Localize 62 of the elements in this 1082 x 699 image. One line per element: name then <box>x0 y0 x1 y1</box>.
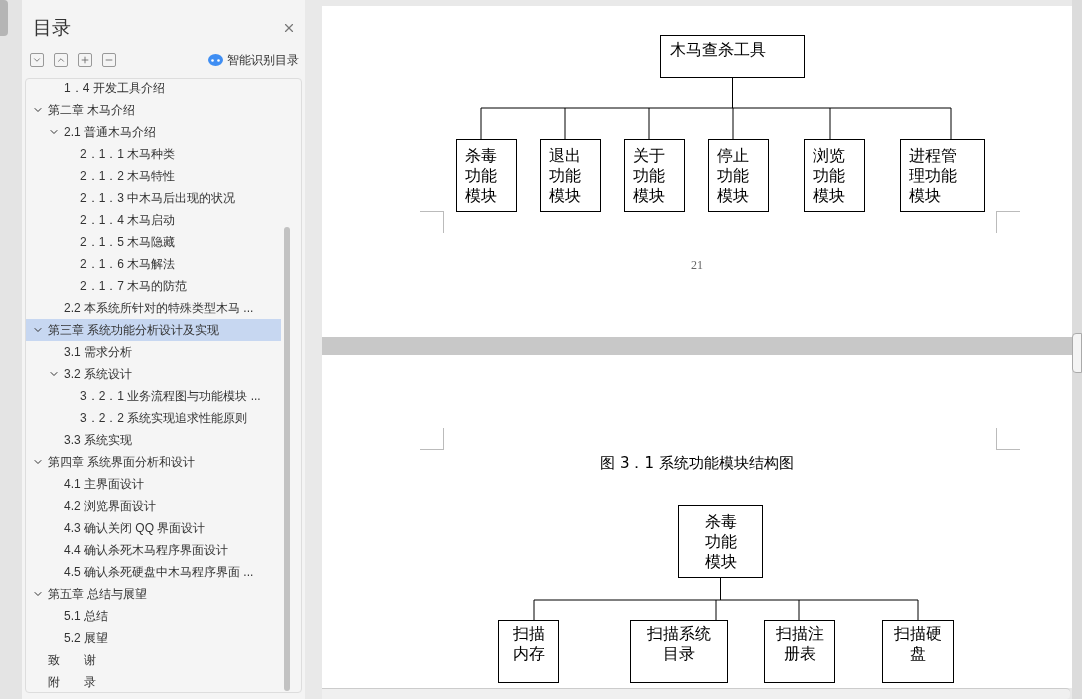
diagram-node: 停止功能模块 <box>708 139 769 212</box>
page-number: 21 <box>691 257 703 274</box>
diagram-node: 杀毒功能模块 <box>456 139 517 212</box>
toc-item[interactable]: 2．1．2 木马特性 <box>26 165 281 187</box>
cloud-icon <box>208 54 223 66</box>
toc-item[interactable]: 3.2 系统设计 <box>26 363 281 385</box>
toc-item[interactable]: 3．2．2 系统实现追求性能原则 <box>26 407 281 429</box>
toc-item[interactable]: 致 谢 <box>26 649 281 671</box>
toc-item[interactable]: 4.4 确认杀死木马程序界面设计 <box>26 539 281 561</box>
smart-toc-button[interactable]: 智能识别目录 <box>208 51 299 69</box>
down-button[interactable] <box>30 53 44 67</box>
page-corner-mark <box>996 428 1020 450</box>
plus-icon <box>80 55 90 65</box>
diagram-node: 扫描注册表 <box>764 619 835 683</box>
toc-item[interactable]: 第二章 木马介绍 <box>26 99 281 121</box>
page-corner-mark <box>996 211 1020 233</box>
toc-item[interactable]: 5.2 展望 <box>26 627 281 649</box>
toc-item[interactable]: 2．1．7 木马的防范 <box>26 275 281 297</box>
up-button[interactable] <box>54 53 68 67</box>
toc-item[interactable]: 2．1．5 木马隐藏 <box>26 231 281 253</box>
toc-item[interactable]: 2．1．3 中木马后出现的状况 <box>26 187 281 209</box>
close-icon[interactable] <box>282 21 296 35</box>
diagram-node: 浏览功能模块 <box>804 139 865 212</box>
toc-item[interactable]: 3．2．1 业务流程图与功能模块 ... <box>26 385 281 407</box>
toc-item[interactable]: 3.1 需求分析 <box>26 341 281 363</box>
toc-item[interactable]: 2．1．1 木马种类 <box>26 143 281 165</box>
diagram-node: 扫描系统目录 <box>630 619 728 683</box>
toc-item[interactable]: 第三章 系统功能分析设计及实现 <box>26 319 281 341</box>
toc-item[interactable]: 3.3 系统实现 <box>26 429 281 451</box>
toc-item[interactable]: 第五章 总结与展望 <box>26 583 281 605</box>
toc-item[interactable]: 第四章 系统界面分析和设计 <box>26 451 281 473</box>
expand-button[interactable] <box>78 53 92 67</box>
toc-item[interactable]: 5.1 总结 <box>26 605 281 627</box>
toc-item[interactable]: 2.2 本系统所针对的特殊类型木马 ... <box>26 297 281 319</box>
scrollbar-thumb[interactable] <box>1072 333 1082 373</box>
figure-caption: 图 3．1 系统功能模块结构图 <box>600 453 794 474</box>
page-corner-mark <box>420 428 444 450</box>
toc-item[interactable]: 2．1．4 木马启动 <box>26 209 281 231</box>
scrollbar-thumb[interactable] <box>284 227 290 691</box>
diagram-node: 关于功能模块 <box>624 139 685 212</box>
panel-title: 目录 <box>33 15 71 40</box>
toc-item[interactable]: 4.1 主界面设计 <box>26 473 281 495</box>
toc-item[interactable]: 1．4 开发工具介绍 <box>26 79 281 99</box>
diagram-node: 扫描硬盘 <box>882 619 954 683</box>
horizontal-scrollbar[interactable] <box>322 688 1070 699</box>
diagram-node: 进程管理功能模块 <box>900 139 985 212</box>
diagram-node: 木马查杀工具 <box>660 35 805 78</box>
toc-item[interactable]: 附 录 <box>26 671 281 692</box>
scrollbar-thumb[interactable] <box>0 0 8 36</box>
vertical-scrollbar[interactable] <box>1072 0 1082 699</box>
toc-item[interactable]: 2．1．6 木马解法 <box>26 253 281 275</box>
toc-item[interactable]: 4.3 确认关闭 QQ 界面设计 <box>26 517 281 539</box>
diagram-node: 杀毒功能模块 <box>678 504 763 578</box>
page-corner-mark <box>420 211 444 233</box>
diagram-node: 退出功能模块 <box>540 139 601 212</box>
toc-item[interactable]: 4.5 确认杀死硬盘中木马程序界面 ... <box>26 561 281 583</box>
diagram-node: 扫描内存 <box>498 619 559 683</box>
toc-item[interactable]: 2.1 普通木马介绍 <box>26 121 281 143</box>
chevron-up-icon <box>56 55 66 65</box>
toc-item[interactable]: 4.2 浏览界面设计 <box>26 495 281 517</box>
chevron-down-icon <box>32 55 42 65</box>
collapse-button[interactable] <box>102 53 116 67</box>
